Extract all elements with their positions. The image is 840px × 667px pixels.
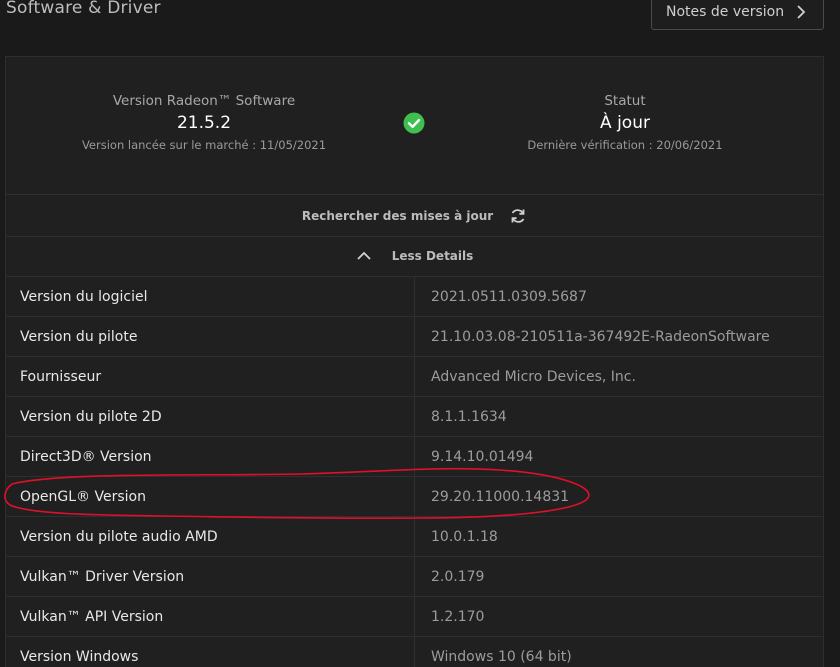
last-check-date: Dernière vérification : 20/06/2021	[527, 138, 723, 152]
detail-value: 8.1.1.1634	[431, 408, 507, 425]
detail-key: Version du pilote 2D	[6, 397, 415, 436]
table-row-opengl: OpenGL® Version 29.20.11000.14831	[6, 476, 823, 516]
less-details-toggle[interactable]: Less Details	[6, 237, 823, 275]
section-title: Software & Driver	[6, 0, 161, 18]
status-label: Statut	[604, 93, 646, 109]
table-row: Fournisseur Advanced Micro Devices, Inc.	[6, 356, 823, 396]
less-details-label: Less Details	[391, 249, 474, 263]
detail-value: 1.2.170	[431, 608, 485, 625]
detail-key: Direct3D® Version	[6, 437, 415, 476]
software-version-label: Version Radeon™ Software	[112, 93, 296, 109]
table-row: Vulkan™ Driver Version 2.0.179	[6, 556, 823, 596]
detail-value: 2.0.179	[431, 568, 485, 585]
table-row: Version du pilote 21.10.03.08-210511a-36…	[6, 316, 823, 356]
detail-key: Version du pilote audio AMD	[6, 517, 415, 556]
detail-key: Vulkan™ Driver Version	[6, 557, 415, 596]
table-row: Version Windows Windows 10 (64 bit)	[6, 636, 823, 667]
detail-key: Version du pilote	[6, 317, 415, 356]
check-circle-icon	[403, 112, 425, 134]
details-table: Version du logiciel 2021.0511.0309.5687 …	[6, 276, 823, 667]
detail-key: Version du logiciel	[6, 277, 415, 316]
software-driver-page: Software & Driver Notes de version Versi…	[0, 0, 840, 667]
release-date: Version lancée sur le marché : 11/05/202…	[81, 138, 327, 152]
chevron-up-icon	[357, 251, 371, 260]
driver-info-panel: Version Radeon™ Software 21.5.2 Version …	[5, 56, 824, 667]
table-row: Vulkan™ API Version 1.2.170	[6, 596, 823, 636]
chevron-right-icon	[797, 5, 806, 19]
refresh-icon	[511, 208, 525, 223]
detail-value: Windows 10 (64 bit)	[431, 648, 572, 665]
software-version-value: 21.5.2	[176, 113, 232, 133]
check-updates-button[interactable]: Rechercher des mises à jour	[6, 195, 823, 236]
software-version-block: Version Radeon™ Software 21.5.2 Version …	[34, 93, 374, 152]
detail-key: Vulkan™ API Version	[6, 597, 415, 636]
release-notes-button[interactable]: Notes de version	[651, 0, 824, 30]
table-row: Version du logiciel 2021.0511.0309.5687	[6, 276, 823, 316]
detail-value: 10.0.1.18	[431, 528, 498, 545]
table-row: Version du pilote 2D 8.1.1.1634	[6, 396, 823, 436]
table-row: Direct3D® Version 9.14.10.01494	[6, 436, 823, 476]
version-summary: Version Radeon™ Software 21.5.2 Version …	[6, 57, 823, 194]
detail-value: 29.20.11000.14831	[431, 488, 570, 505]
detail-key: Version Windows	[6, 637, 415, 667]
detail-value: 21.10.03.08-210511a-367492E-RadeonSoftwa…	[431, 328, 770, 345]
detail-value: Advanced Micro Devices, Inc.	[431, 368, 636, 385]
table-row: Version du pilote audio AMD 10.0.1.18	[6, 516, 823, 556]
detail-value: 9.14.10.01494	[431, 448, 534, 465]
detail-key: OpenGL® Version	[6, 477, 415, 516]
status-value: À jour	[600, 113, 650, 133]
check-updates-label: Rechercher des mises à jour	[301, 208, 494, 223]
release-notes-label: Notes de version	[666, 4, 785, 20]
detail-key: Fournisseur	[6, 357, 415, 396]
detail-value: 2021.0511.0309.5687	[431, 288, 587, 305]
status-block: Statut À jour Dernière vérification : 20…	[455, 93, 795, 152]
